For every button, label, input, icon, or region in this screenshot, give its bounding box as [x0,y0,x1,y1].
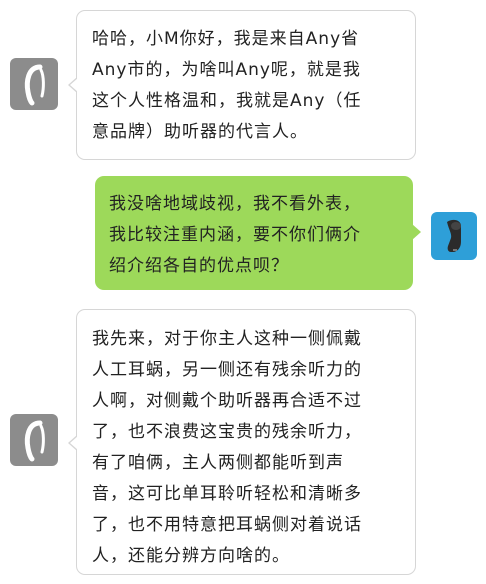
message-line: 了，也不用特意把耳蜗侧对着说话 [92,515,362,535]
message-line: 人啊，对侧戴个助听器再合适不过 [92,391,362,411]
assistant-avatar[interactable] [10,58,58,110]
cochlear-implant-icon [431,212,477,260]
message-line: 人工耳蜗，另一侧还有残余听力的 [92,360,362,380]
message-line: 了，也不浪费这宝贵的残余听力， [92,422,362,442]
message-line: 这个人性格温和，我就是Any（任 [92,91,362,111]
hearing-aid-icon [10,58,58,110]
message-bubble-assistant: 哈哈，小M你好，我是来自Any省 Any市的，为啥叫Any呢，就是我 这个人性格… [68,10,416,160]
message-line: 我没啥地域歧视，我不看外表， [109,194,361,214]
user-avatar[interactable] [431,212,477,260]
message-line: 哈哈，小M你好，我是来自Any省 [92,29,360,49]
message-bubble-user: 我没啥地域歧视，我不看外表， 我比较注重内涵，要不你们俩介 绍介绍各自的优点呗？ [95,176,421,290]
message-line: 我比较注重内涵，要不你们俩介 [109,225,361,245]
message-line: 有了咱俩，主人两侧都能听到声 [92,453,344,473]
message-line: 人，还能分辨方向啥的。 [92,546,290,566]
message-line: 我先来，对于你主人这种一侧佩戴 [92,329,362,349]
assistant-avatar[interactable] [10,414,58,466]
message-bubble-assistant: 我先来，对于你主人这种一侧佩戴 人工耳蜗，另一侧还有残余听力的 人啊，对侧戴个助… [68,309,416,575]
message-line: 音，这可比单耳聆听轻松和清晰多 [92,484,362,504]
message-line: 意品牌）助听器的代言人。 [92,122,308,142]
message-line: 绍介绍各自的优点呗？ [109,256,289,276]
hearing-aid-icon [10,414,58,466]
message-line: Any市的，为啥叫Any呢，就是我 [92,60,361,80]
